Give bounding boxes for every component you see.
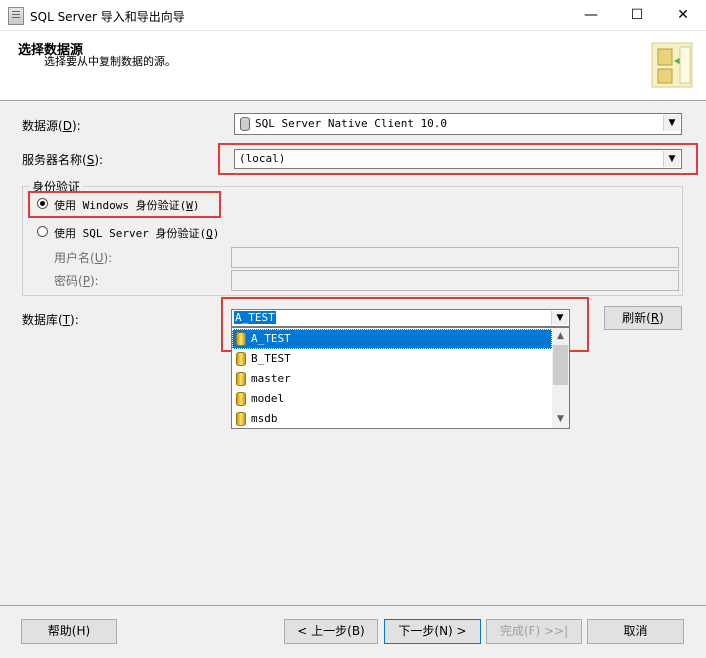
database-combo[interactable]: A_TEST ▼ <box>231 309 570 327</box>
database-provider-icon <box>240 117 250 131</box>
username-input[interactable] <box>231 247 679 268</box>
database-option[interactable]: A_TEST <box>232 329 552 349</box>
database-icon <box>236 372 246 386</box>
footer-separator <box>0 605 706 606</box>
title-bar: SQL Server 导入和导出向导 — ☐ ✕ <box>0 0 706 31</box>
help-button[interactable]: 帮助(H) <box>21 619 117 644</box>
scroll-thumb[interactable] <box>553 345 568 385</box>
sql-auth-label[interactable]: 使用 SQL Server 身份验证(Q) <box>54 225 219 241</box>
database-icon <box>236 332 246 346</box>
datasource-select[interactable]: SQL Server Native Client 10.0 ▼ <box>234 113 682 135</box>
database-option[interactable]: B_TEST <box>232 349 552 369</box>
page-subtitle: 选择要从中复制数据的源。 <box>44 55 176 68</box>
datasource-value: SQL Server Native Client 10.0 <box>255 117 448 130</box>
refresh-button[interactable]: 刷新(R) <box>604 306 682 330</box>
chevron-down-icon[interactable]: ▼ <box>551 311 568 325</box>
database-option[interactable]: master <box>232 369 552 389</box>
app-icon <box>8 7 24 25</box>
database-icon <box>236 412 246 426</box>
password-input[interactable] <box>231 270 679 291</box>
next-button[interactable]: 下一步(N) > <box>384 619 481 644</box>
server-name-value[interactable]: (local) <box>239 152 285 165</box>
database-option-label: B_TEST <box>251 352 291 365</box>
minimize-button[interactable]: — <box>568 0 614 30</box>
scroll-up-icon[interactable]: ▲ <box>552 328 569 345</box>
database-icon <box>236 392 246 406</box>
maximize-button[interactable]: ☐ <box>614 0 660 30</box>
dropdown-scrollbar[interactable]: ▲ ▼ <box>552 328 569 428</box>
wizard-banner-icon <box>651 42 693 88</box>
database-option-label: A_TEST <box>251 332 291 345</box>
cancel-button[interactable]: 取消 <box>587 619 684 644</box>
sql-auth-radio[interactable] <box>37 226 48 237</box>
scroll-down-icon[interactable]: ▼ <box>552 411 569 428</box>
database-option[interactable]: model <box>232 389 552 409</box>
database-option-label: msdb <box>251 412 278 425</box>
database-option-label: master <box>251 372 291 385</box>
database-icon <box>236 352 246 366</box>
server-label: 服务器名称(S): <box>22 153 104 167</box>
database-option-label: model <box>251 392 285 405</box>
chevron-down-icon[interactable]: ▼ <box>663 151 680 167</box>
windows-auth-radio[interactable] <box>37 198 48 209</box>
chevron-down-icon[interactable]: ▼ <box>663 115 680 131</box>
database-dropdown-list[interactable]: A_TEST B_TESTmaster model msdb ▲ ▼ <box>231 327 570 429</box>
database-value[interactable]: A_TEST <box>234 311 276 324</box>
wizard-header: 选择数据源 选择要从中复制数据的源。 <box>0 31 706 101</box>
windows-auth-label[interactable]: 使用 Windows 身份验证(W) <box>54 197 199 213</box>
back-button[interactable]: < 上一步(B) <box>284 619 378 644</box>
database-option[interactable]: msdb <box>232 409 552 428</box>
database-label: 数据库(T): <box>22 313 79 327</box>
datasource-label: 数据源(D): <box>22 119 81 133</box>
close-button[interactable]: ✕ <box>660 0 706 30</box>
username-label: 用户名(U): <box>54 251 113 265</box>
finish-button[interactable]: 完成(F) >>| <box>486 619 582 644</box>
password-label: 密码(P): <box>54 274 99 288</box>
server-name-combo[interactable]: (local) ▼ <box>234 149 682 169</box>
window-title: SQL Server 导入和导出向导 <box>30 10 185 24</box>
